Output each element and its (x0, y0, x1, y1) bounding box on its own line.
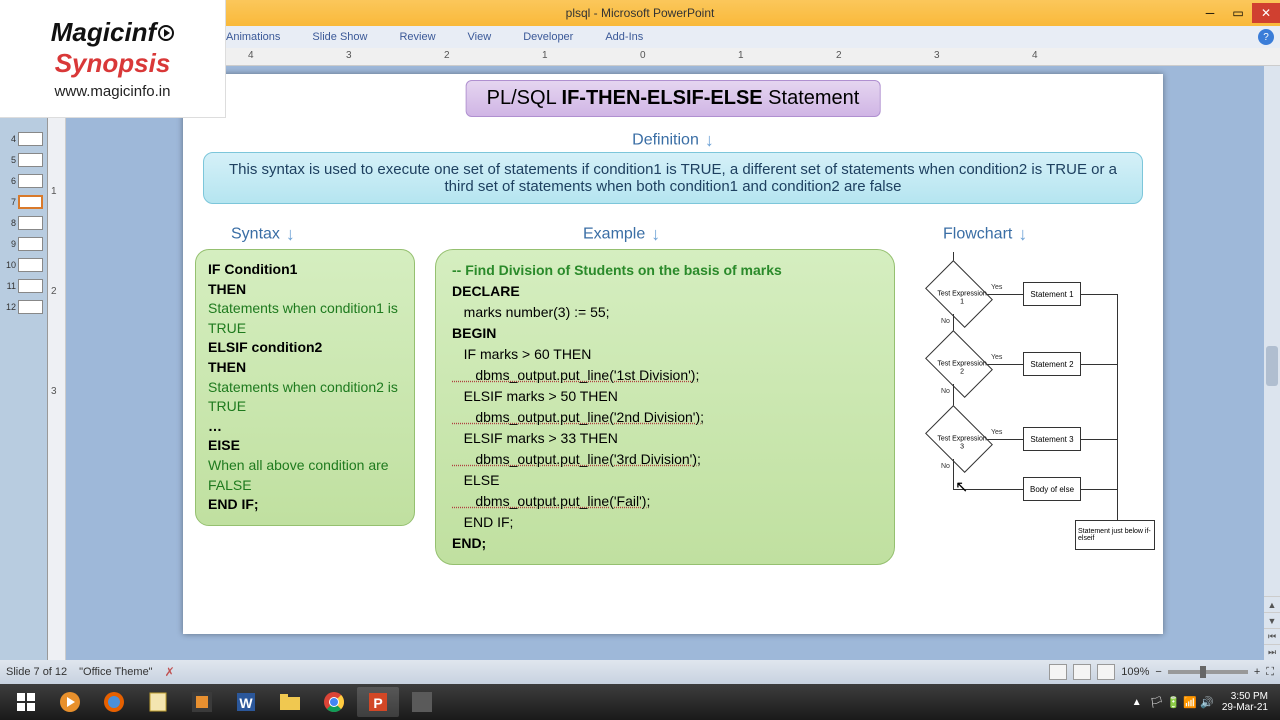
thumbnail-11[interactable]: 11 (4, 276, 43, 296)
prev-slide-icon[interactable]: ⏮ (1264, 628, 1280, 644)
thumbnail-6[interactable]: 6 (4, 171, 43, 191)
clock[interactable]: 3:50 PM 29-Mar-21 (1222, 691, 1268, 713)
logo-url: www.magicinfo.in (55, 83, 171, 100)
svg-text:W: W (239, 695, 253, 711)
sorter-view-button[interactable] (1073, 664, 1091, 680)
cursor-icon: ↖ (955, 477, 968, 497)
flow-diamond-1: Test Expression 1 (925, 260, 993, 328)
explorer-icon[interactable] (269, 687, 311, 717)
flow-diamond-3: Test Expression 3 (925, 405, 993, 473)
zoom-slider[interactable] (1168, 670, 1248, 674)
flowchart-diagram[interactable]: Test Expression 1 Yes Statement 1 No Tes… (905, 252, 1145, 582)
zoom-in-button[interactable]: + (1254, 666, 1260, 678)
workspace: 4 5 6 7 8 9 10 11 12 1 2 3 PL/SQL IF-THE… (0, 66, 1280, 660)
app-icon[interactable] (401, 687, 443, 717)
fit-button[interactable]: ⛶ (1266, 666, 1274, 679)
media-player-icon[interactable] (49, 687, 91, 717)
zoom-out-button[interactable]: − (1155, 666, 1161, 678)
tab-view[interactable]: View (468, 31, 492, 43)
flow-statement-1: Statement 1 (1023, 282, 1081, 306)
scrollbar-thumb[interactable] (1266, 346, 1278, 386)
window-title: plsql - Microsoft PowerPoint (566, 6, 715, 20)
thumbnail-5[interactable]: 5 (4, 150, 43, 170)
definition-box[interactable]: This syntax is used to execute one set o… (203, 152, 1143, 204)
tray-icons[interactable]: 🏳 🔋 📶 🔊 (1150, 696, 1214, 709)
thumbnail-4[interactable]: 4 (4, 129, 43, 149)
slide-thumbnails-panel: 4 5 6 7 8 9 10 11 12 (0, 66, 48, 660)
tray-up-icon[interactable]: ▲ (1132, 697, 1142, 708)
minimize-button[interactable]: ─ (1196, 3, 1224, 23)
syntax-label: Syntax↓ (231, 224, 295, 245)
powerpoint-icon[interactable]: P (357, 687, 399, 717)
example-label: Example↓ (583, 224, 660, 245)
vertical-scrollbar[interactable]: ▲ ▼ ⏮ ⏭ (1264, 66, 1280, 660)
next-slide-icon[interactable]: ⏭ (1264, 644, 1280, 660)
down-arrow-icon: ↓ (705, 130, 714, 151)
thumbnail-10[interactable]: 10 (4, 255, 43, 275)
slide-canvas[interactable]: PL/SQL IF-THEN-ELSIF-ELSE Statement Defi… (183, 74, 1163, 634)
spellcheck-icon[interactable]: ✗ (165, 665, 175, 679)
notepad-icon[interactable] (137, 687, 179, 717)
tab-addins[interactable]: Add-Ins (605, 31, 643, 43)
zoom-level: 109% (1121, 666, 1149, 678)
slide-title[interactable]: PL/SQL IF-THEN-ELSIF-ELSE Statement (466, 80, 881, 117)
flow-statement-2: Statement 2 (1023, 352, 1081, 376)
logo-line2: Synopsis (55, 48, 171, 79)
down-arrow-icon: ↓ (1018, 224, 1027, 245)
firefox-icon[interactable] (93, 687, 135, 717)
slide-area[interactable]: PL/SQL IF-THEN-ELSIF-ELSE Statement Defi… (66, 66, 1280, 660)
tab-developer[interactable]: Developer (523, 31, 573, 43)
scroll-down-icon[interactable]: ▼ (1264, 612, 1280, 628)
taskbar: W P ▲ 🏳 🔋 📶 🔊 3:50 PM 29-Mar-21 (0, 684, 1280, 720)
close-button[interactable]: ✕ (1252, 3, 1280, 23)
thumbnail-8[interactable]: 8 (4, 213, 43, 233)
vertical-ruler: 1 2 3 (48, 66, 66, 660)
flow-else: Body of else (1023, 477, 1081, 501)
tab-animations[interactable]: Animations (226, 31, 280, 43)
flowchart-label: Flowchart↓ (943, 224, 1027, 245)
slide-counter: Slide 7 of 12 (6, 666, 67, 678)
chrome-icon[interactable] (313, 687, 355, 717)
example-box[interactable]: -- Find Division of Students on the basi… (435, 249, 895, 565)
maximize-button[interactable]: ▭ (1224, 3, 1252, 23)
thumbnail-12[interactable]: 12 (4, 297, 43, 317)
sublime-icon[interactable] (181, 687, 223, 717)
thumbnail-7[interactable]: 7 (4, 192, 43, 212)
logo-line1: Magicinf (51, 17, 174, 48)
slideshow-view-button[interactable] (1097, 664, 1115, 680)
word-icon[interactable]: W (225, 687, 267, 717)
flow-diamond-2: Test Expression 2 (925, 330, 993, 398)
statusbar: Slide 7 of 12 "Office Theme" ✗ 109% − + … (0, 660, 1280, 684)
system-tray: ▲ 🏳 🔋 📶 🔊 3:50 PM 29-Mar-21 (1132, 691, 1276, 713)
down-arrow-icon: ↓ (286, 224, 295, 245)
down-arrow-icon: ↓ (651, 224, 660, 245)
window-controls: ─ ▭ ✕ (1196, 3, 1280, 23)
help-icon[interactable]: ? (1258, 29, 1274, 45)
definition-label: Definition↓ (632, 130, 714, 151)
flow-statement-3: Statement 3 (1023, 427, 1081, 451)
svg-text:P: P (373, 695, 382, 711)
scroll-up-icon[interactable]: ▲ (1264, 596, 1280, 612)
logo-overlay: Magicinf Synopsis www.magicinfo.in (0, 0, 226, 118)
theme-name: "Office Theme" (79, 666, 152, 678)
tab-slideshow[interactable]: Slide Show (312, 31, 367, 43)
start-button[interactable] (5, 687, 47, 717)
play-icon (158, 25, 174, 41)
normal-view-button[interactable] (1049, 664, 1067, 680)
tab-review[interactable]: Review (399, 31, 435, 43)
syntax-box[interactable]: IF Condition1 THEN Statements when condi… (195, 249, 415, 526)
thumbnail-9[interactable]: 9 (4, 234, 43, 254)
flow-end: Statement just below if-elseif (1075, 520, 1155, 550)
